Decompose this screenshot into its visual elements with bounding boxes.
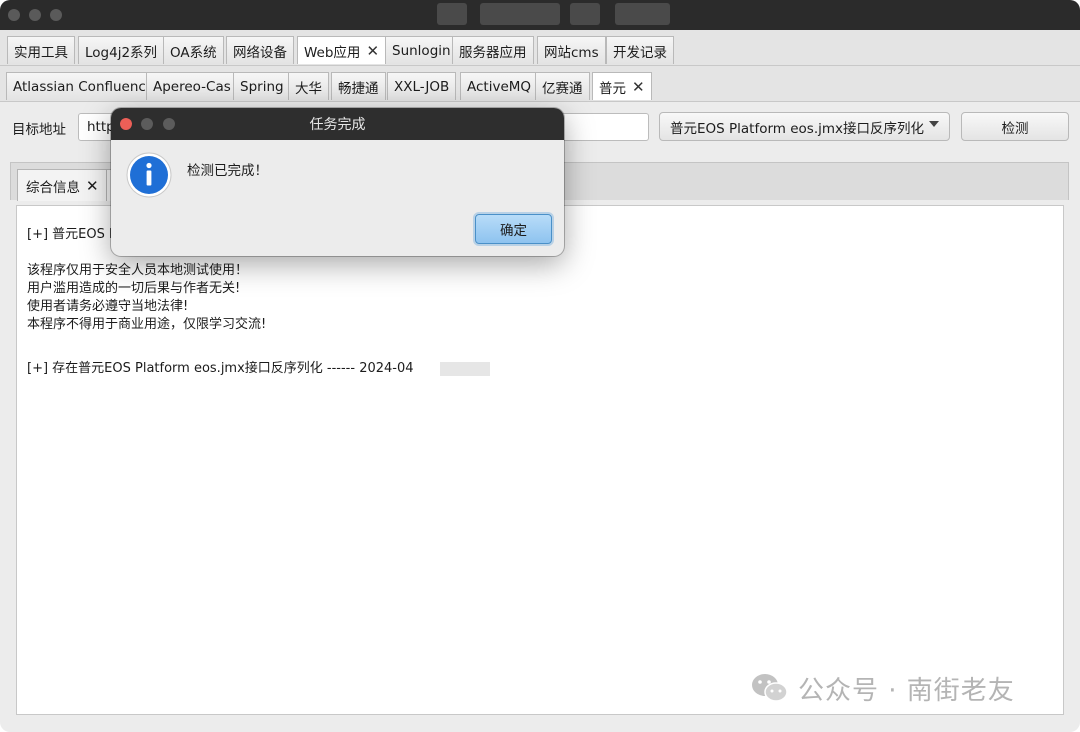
detect-button[interactable]: 检测 bbox=[961, 112, 1069, 141]
tab-dev-log[interactable]: 开发记录 bbox=[606, 36, 674, 64]
tab-network-devices[interactable]: 网络设备 bbox=[226, 36, 294, 64]
redacted-title bbox=[437, 3, 467, 25]
watermark-text: 公众号 · 南街老友 bbox=[798, 675, 1015, 706]
tab-log4j2[interactable]: Log4j2系列 bbox=[78, 36, 165, 64]
tab-label: Log4j2系列 bbox=[85, 44, 158, 61]
wechat-icon bbox=[752, 674, 788, 702]
chevron-down-icon bbox=[929, 121, 939, 127]
category-tab-bar: 实用工具 Log4j2系列 OA系统 网络设备 Web应用 ✕ Sunlogin … bbox=[0, 30, 1080, 66]
tab-atlassian-confluence[interactable]: Atlassian Confluence bbox=[6, 72, 162, 100]
tab-spring[interactable]: Spring bbox=[233, 72, 291, 100]
tab-oa[interactable]: OA系统 bbox=[163, 36, 224, 64]
redacted-title bbox=[480, 3, 560, 25]
title-bar bbox=[0, 0, 1080, 30]
dialog-title-bar: 任务完成 bbox=[111, 108, 564, 140]
redacted-title bbox=[615, 3, 670, 25]
output-result-text: [+] 存在普元EOS Platform eos.jmx接口反序列化 -----… bbox=[27, 361, 414, 376]
tab-label: 大华 bbox=[295, 80, 322, 97]
app-window: 实用工具 Log4j2系列 OA系统 网络设备 Web应用 ✕ Sunlogin … bbox=[0, 0, 1080, 732]
tab-label: 网络设备 bbox=[233, 44, 287, 61]
watermark: 公众号 · 南街老友 bbox=[750, 668, 1015, 708]
output-line: 该程序仅用于安全人员本地测试使用！ bbox=[27, 263, 249, 278]
tab-label: ActiveMQ bbox=[467, 78, 532, 95]
tab-apereo-cas[interactable]: Apereo-Cas bbox=[146, 72, 238, 100]
close-window-icon[interactable] bbox=[8, 9, 20, 21]
tab-label: OA系统 bbox=[170, 44, 217, 61]
tab-website-cms[interactable]: 网站cms bbox=[537, 36, 606, 64]
tab-label: 普元 bbox=[599, 80, 626, 97]
tab-label: Web应用 bbox=[304, 44, 361, 61]
tab-chanjet[interactable]: 畅捷通 bbox=[331, 72, 386, 100]
target-address-label: 目标地址 bbox=[12, 122, 66, 138]
dialog-message: 检测已完成！ bbox=[187, 163, 268, 179]
close-tab-icon[interactable]: ✕ bbox=[366, 42, 379, 60]
tab-summary[interactable]: 综合信息 ✕ bbox=[17, 169, 108, 201]
tab-label: 综合信息 bbox=[26, 179, 80, 196]
close-tab-icon[interactable]: ✕ bbox=[632, 78, 645, 96]
tab-label: 实用工具 bbox=[14, 44, 68, 61]
output-line: 本程序不得用于商业用途，仅限学习交流! bbox=[27, 317, 267, 332]
tab-dahua[interactable]: 大华 bbox=[288, 72, 329, 100]
info-icon bbox=[126, 152, 172, 198]
tab-label: Apereo-Cas bbox=[153, 78, 231, 95]
minimize-window-icon[interactable] bbox=[29, 9, 41, 21]
tab-label: 网站cms bbox=[544, 44, 599, 61]
vulnerability-select-value: 普元EOS Platform eos.jmx接口反序列化 bbox=[670, 120, 925, 137]
tab-xxl-job[interactable]: XXL-JOB bbox=[387, 72, 457, 100]
tab-sunlogin[interactable]: Sunlogin bbox=[385, 36, 458, 64]
output-line-result: [+] 存在普元EOS Platform eos.jmx接口反序列化 -----… bbox=[27, 360, 1053, 378]
dialog-minimize-icon bbox=[141, 118, 153, 130]
tab-primeton[interactable]: 普元 ✕ bbox=[592, 72, 652, 100]
tab-activemq[interactable]: ActiveMQ bbox=[460, 72, 539, 100]
tab-label: XXL-JOB bbox=[394, 78, 450, 95]
vulnerability-select[interactable]: 普元EOS Platform eos.jmx接口反序列化 bbox=[659, 112, 950, 141]
tab-esafenet[interactable]: 亿赛通 bbox=[535, 72, 590, 100]
tab-server-apps[interactable]: 服务器应用 bbox=[452, 36, 534, 64]
close-tab-icon[interactable]: ✕ bbox=[86, 177, 99, 195]
tab-label: Sunlogin bbox=[392, 42, 451, 59]
ok-button[interactable]: 确定 bbox=[475, 214, 552, 244]
tab-utilities[interactable]: 实用工具 bbox=[7, 36, 75, 64]
tab-web-apps[interactable]: Web应用 ✕ bbox=[297, 36, 387, 64]
tab-label: 开发记录 bbox=[613, 44, 667, 61]
output-line: 用户滥用造成的一切后果与作者无关! bbox=[27, 281, 241, 296]
redacted-title bbox=[570, 3, 600, 25]
output-line: 使用者请务必遵守当地法律! bbox=[27, 299, 189, 314]
dialog-title: 任务完成 bbox=[309, 117, 366, 133]
dialog-zoom-icon bbox=[163, 118, 175, 130]
task-complete-dialog: 任务完成 检测已完成！ 确定 bbox=[111, 108, 564, 256]
tab-label: 亿赛通 bbox=[542, 80, 583, 97]
tab-label: Atlassian Confluence bbox=[13, 78, 155, 95]
tab-label: Spring bbox=[240, 78, 284, 95]
tab-label: 服务器应用 bbox=[459, 44, 527, 61]
tab-label: 畅捷通 bbox=[338, 80, 379, 97]
vendor-tab-bar: Atlassian Confluence Apereo-Cas Spring 大… bbox=[0, 66, 1080, 102]
dialog-close-icon[interactable] bbox=[120, 118, 132, 130]
redacted-time bbox=[439, 361, 490, 376]
zoom-window-icon[interactable] bbox=[50, 9, 62, 21]
output-textarea[interactable]: [+] 普元EOS P 该程序仅用于安全人员本地测试使用！ 用户滥用造成的一切后… bbox=[16, 205, 1064, 715]
